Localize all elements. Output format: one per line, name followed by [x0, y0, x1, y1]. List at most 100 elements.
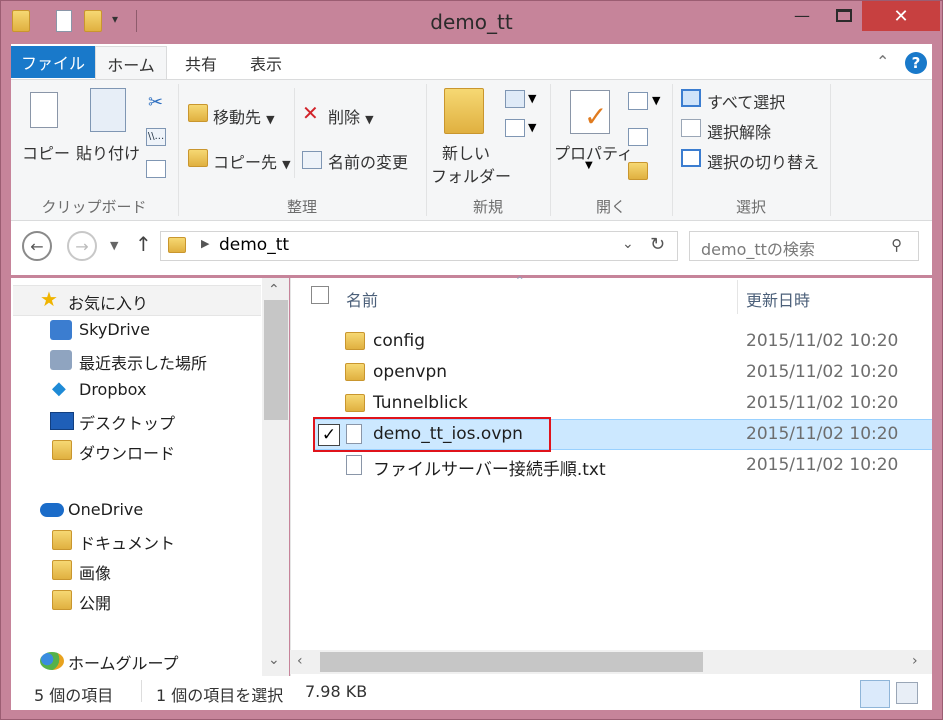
copy-icon: [30, 92, 58, 128]
status-bar: [11, 676, 932, 710]
dropbox-icon: ◆: [52, 378, 66, 399]
details-view-icon[interactable]: [860, 680, 890, 708]
new-item-dropdown-icon[interactable]: ▼: [528, 92, 536, 105]
open-dropdown-icon[interactable]: ▼: [652, 94, 660, 107]
folder-icon: [52, 590, 72, 610]
properties-button[interactable]: プロパティ: [554, 140, 633, 164]
help-icon[interactable]: ?: [905, 52, 927, 74]
folder-icon: [345, 363, 365, 381]
move-to-icon: [188, 104, 208, 122]
scroll-up-icon[interactable]: ⌃: [268, 282, 280, 298]
address-dropdown-icon[interactable]: ⌄: [622, 236, 634, 252]
tab-file[interactable]: ファイル: [11, 46, 95, 78]
search-icon[interactable]: ⚲: [891, 236, 902, 254]
rename-button[interactable]: 名前の変更: [328, 149, 408, 173]
address-path[interactable]: demo_tt: [219, 235, 289, 255]
paste-icon: [90, 88, 126, 132]
up-arrow-icon[interactable]: ↑: [135, 232, 152, 256]
invert-selection-button[interactable]: 選択の切り替え: [707, 149, 819, 173]
nav-onedrive[interactable]: OneDrive: [68, 500, 143, 519]
move-to-button[interactable]: 移動先 ▼: [213, 104, 275, 128]
copy-to-button[interactable]: コピー先 ▼: [213, 149, 291, 173]
new-folder-line2[interactable]: フォルダー: [431, 163, 511, 187]
cut-icon[interactable]: ✂: [148, 92, 163, 113]
breadcrumb-chevron-icon[interactable]: ▶: [201, 237, 209, 250]
copy-to-icon: [188, 149, 208, 167]
properties-dropdown-icon[interactable]: ▼: [585, 160, 593, 171]
tab-view[interactable]: 表示: [236, 46, 296, 80]
forward-button[interactable]: →: [67, 231, 97, 261]
new-folder-icon: [444, 88, 484, 134]
file-name[interactable]: ファイルサーバー接続手順.txt: [373, 455, 606, 480]
delete-button[interactable]: 削除 ▼: [328, 104, 374, 128]
large-icons-view-icon[interactable]: [896, 682, 918, 704]
copy-button[interactable]: コピー: [22, 140, 70, 164]
recent-places-icon: [50, 350, 72, 370]
delete-icon: ✕: [302, 101, 319, 125]
file-name[interactable]: Tunnelblick: [373, 393, 468, 413]
clipboard-group-label: クリップボード: [41, 198, 147, 216]
history-icon[interactable]: [628, 162, 648, 180]
scroll-down-icon[interactable]: ⌄: [268, 652, 280, 668]
organize-group-label: 整理: [286, 198, 317, 216]
nav-scroll-thumb[interactable]: [264, 300, 288, 420]
tab-home[interactable]: ホーム: [95, 46, 167, 80]
folder-icon: [345, 332, 365, 350]
minimize-button[interactable]: —: [784, 0, 820, 30]
status-item-count: 5 個の項目: [34, 686, 114, 705]
nav-skydrive[interactable]: SkyDrive: [79, 320, 150, 339]
nav-dropbox[interactable]: Dropbox: [79, 380, 146, 399]
maximize-button[interactable]: [826, 0, 862, 30]
new-folder-line1[interactable]: 新しい: [442, 140, 490, 164]
column-header-date[interactable]: 更新日時: [746, 287, 810, 311]
search-input[interactable]: demo_ttの検索: [689, 231, 919, 261]
check-mark-icon: ✓: [584, 100, 608, 133]
skydrive-icon: [50, 320, 72, 340]
select-group-label: 選択: [735, 198, 766, 216]
edit-icon[interactable]: [628, 128, 648, 146]
file-date: 2015/11/02 10:20: [746, 424, 899, 444]
horizontal-scroll-thumb[interactable]: [320, 652, 703, 672]
nav-pictures[interactable]: 画像: [79, 560, 111, 584]
tab-share[interactable]: 共有: [170, 46, 232, 80]
title-bar: ▾ demo_tt — ✕: [0, 0, 943, 44]
folder-icon: [52, 560, 72, 580]
folder-icon: [52, 530, 72, 550]
open-group-label: 開く: [595, 198, 626, 216]
nav-recent-places[interactable]: 最近表示した場所: [79, 350, 207, 374]
select-none-button[interactable]: 選択解除: [707, 119, 771, 143]
copy-path-icon[interactable]: \\...: [146, 128, 166, 146]
recent-locations-icon[interactable]: ▼: [110, 239, 118, 252]
nav-documents[interactable]: ドキュメント: [79, 530, 175, 554]
folder-icon: [345, 394, 365, 412]
file-date: 2015/11/02 10:20: [746, 393, 899, 413]
close-button[interactable]: ✕: [862, 1, 940, 31]
paste-button[interactable]: 貼り付け: [76, 140, 140, 164]
status-size: 7.98 KB: [305, 682, 368, 701]
file-name[interactable]: config: [373, 331, 425, 351]
nav-downloads[interactable]: ダウンロード: [79, 440, 175, 464]
open-icon[interactable]: [628, 92, 648, 110]
text-file-icon: [346, 455, 362, 475]
scroll-right-icon[interactable]: ›: [912, 653, 918, 669]
nav-public[interactable]: 公開: [79, 590, 111, 614]
select-all-checkbox[interactable]: [311, 286, 329, 304]
back-button[interactable]: ←: [22, 231, 52, 261]
group-separator: [830, 84, 831, 216]
select-all-button[interactable]: すべて選択: [707, 89, 785, 113]
scroll-left-icon[interactable]: ‹: [297, 653, 303, 669]
nav-desktop[interactable]: デスクトップ: [79, 410, 175, 434]
column-header-name[interactable]: 名前: [346, 287, 378, 311]
new-item-icon[interactable]: [505, 90, 525, 108]
collapse-ribbon-icon[interactable]: ⌃: [876, 52, 889, 71]
refresh-icon[interactable]: ↻: [650, 234, 665, 255]
easy-access-icon[interactable]: [505, 119, 525, 137]
easy-access-dropdown-icon[interactable]: ▼: [528, 121, 536, 134]
column-divider[interactable]: [737, 280, 738, 314]
paste-shortcut-icon[interactable]: [146, 160, 166, 178]
folder-icon: [168, 237, 186, 253]
file-name[interactable]: openvpn: [373, 362, 447, 382]
nav-homegroup[interactable]: ホームグループ: [68, 650, 179, 674]
nav-favorites[interactable]: お気に入り: [68, 290, 148, 314]
select-none-icon: [681, 119, 701, 137]
